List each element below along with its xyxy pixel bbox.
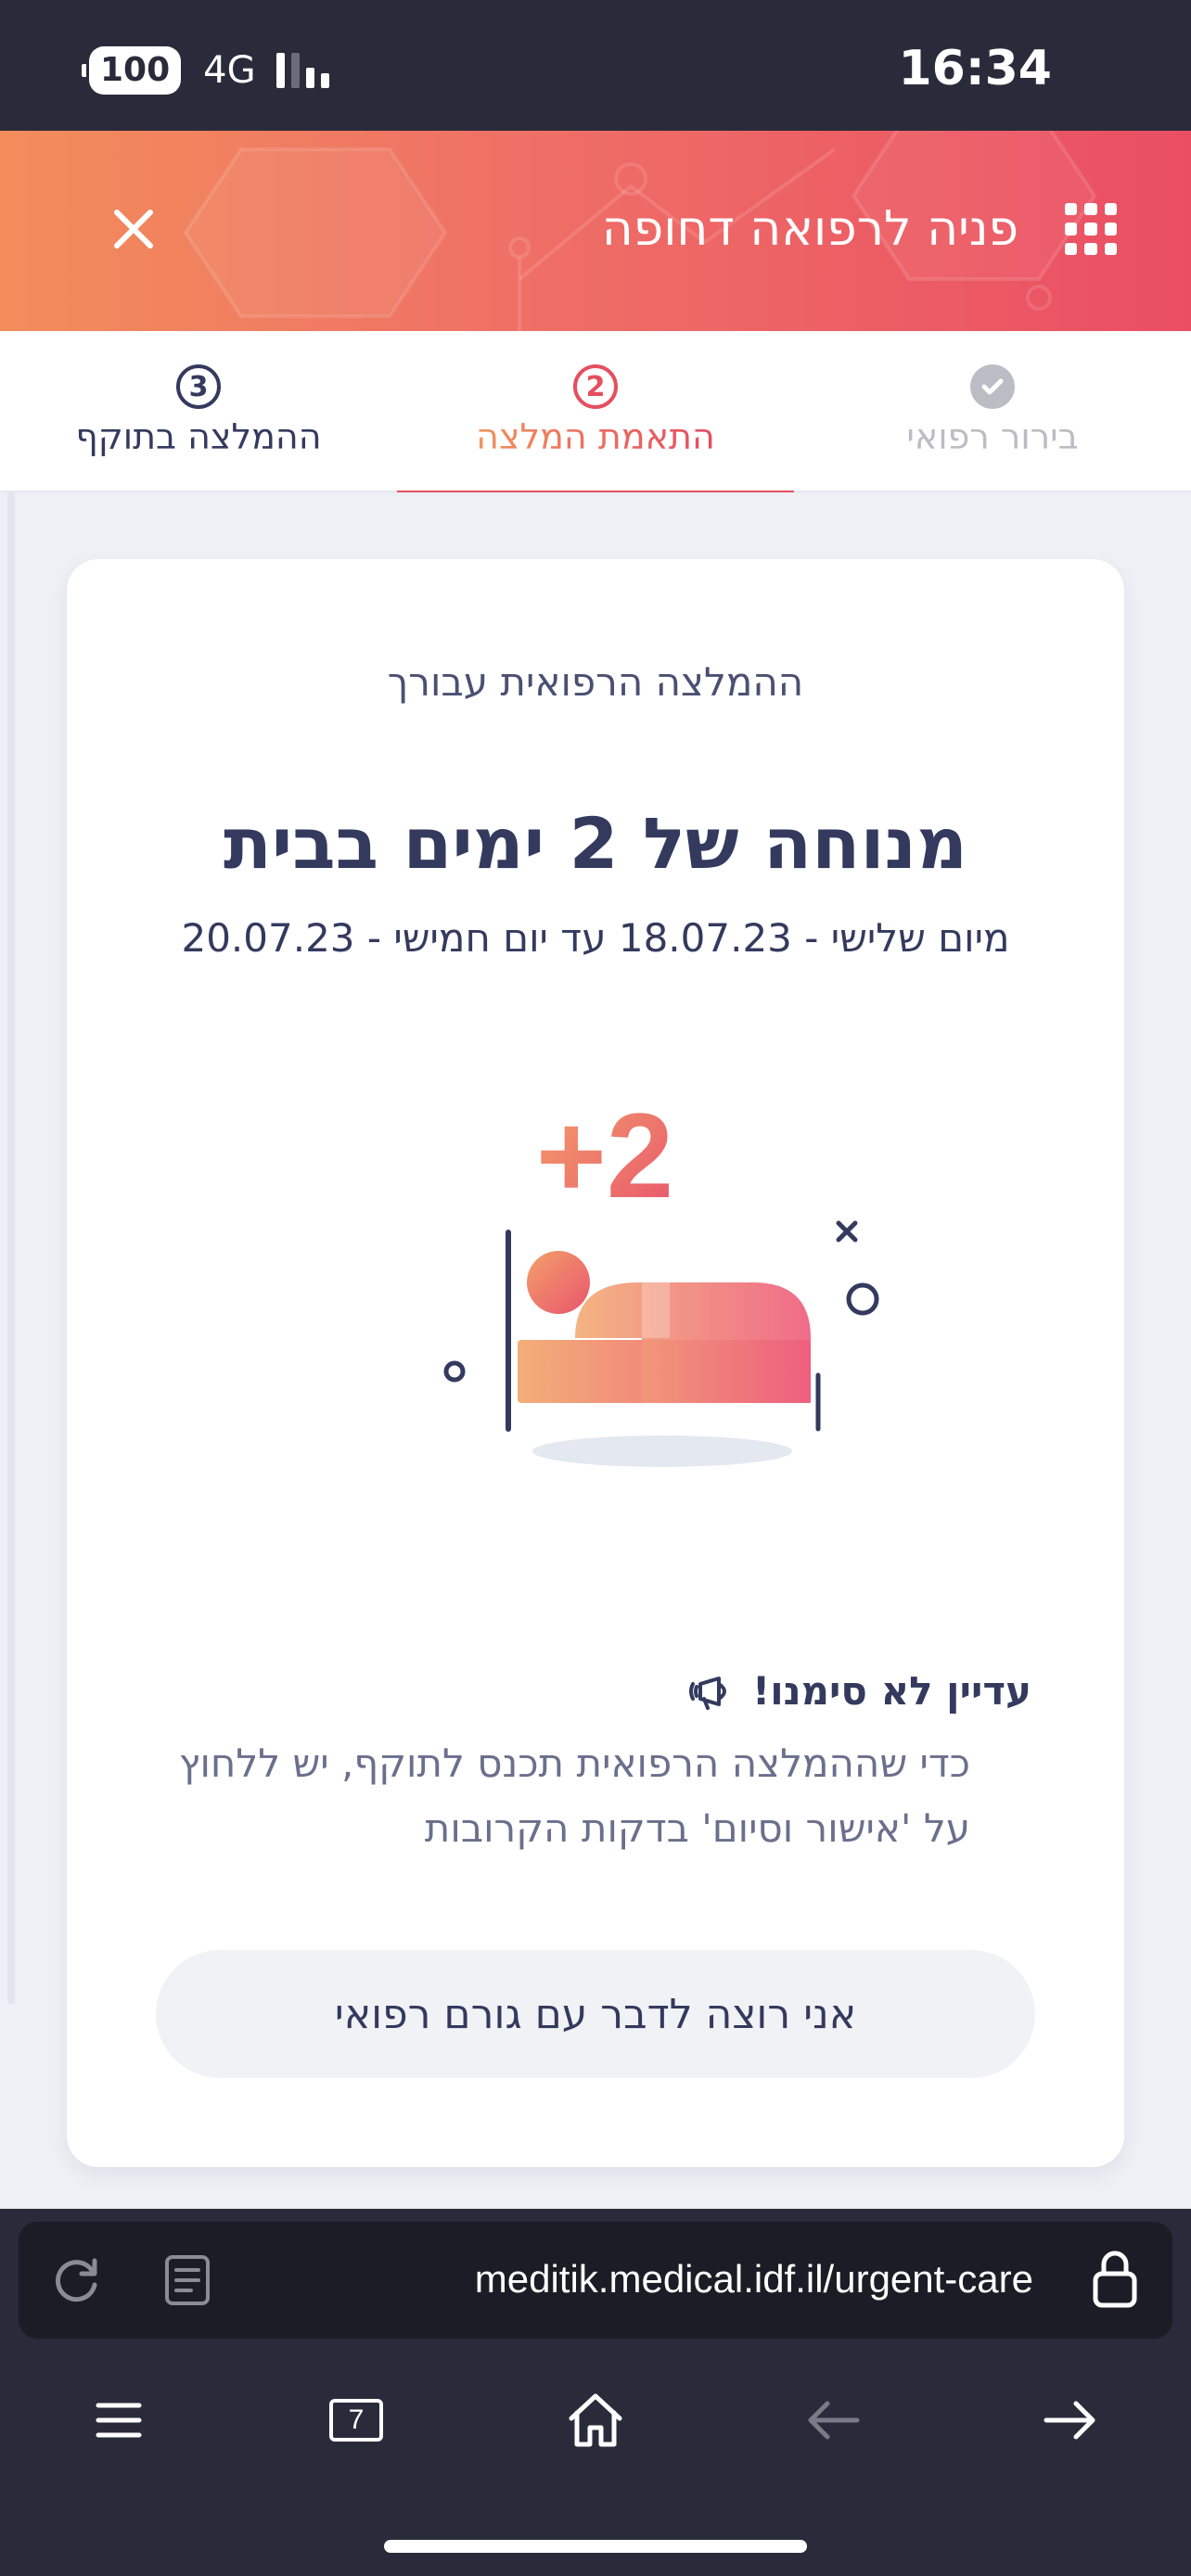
notice-text: כדי שההמלצה הרפואית תכנס לתוקף, יש ללחוץ… [173,1731,970,1861]
blanket-fold [642,1282,670,1338]
reader-icon[interactable] [163,2253,211,2307]
signal-icon [275,53,329,88]
step-label: ההמלצה בתוקף [75,416,322,457]
close-icon [114,210,153,249]
scrollbar[interactable] [7,492,15,2004]
progress-stepper: בירור רפואי 2 התאמת המלצה 3 ההמלצה בתוקף [0,331,1191,494]
notice-line-2: על 'אישור וסיום' בדקות הקרובות [424,1805,970,1851]
network-type: 4G [203,49,256,92]
status-bar: 100 4G 16:34 [0,0,1191,131]
step-number: 3 [176,364,221,409]
back-icon [808,2401,860,2440]
bed-rest-illustration: +2 [443,1088,879,1467]
days-badge: +2 [536,1088,673,1223]
home-icon [569,2393,622,2447]
step-recommendation-match: 2 התאמת המלצה [397,331,794,494]
deco-circle-large [846,1282,879,1316]
x-mark [836,1220,858,1243]
forward-button[interactable] [1033,2383,1108,2457]
deco-circle-small [443,1360,466,1383]
menu-button[interactable] [82,2383,156,2457]
apps-grid-icon[interactable] [1065,203,1117,255]
app-header: פניה לרפואה דחופה [0,131,1191,331]
recommendation-title: מנוחה של 2 ימים בבית [224,802,967,885]
talk-to-medical-staff-button[interactable]: אני רוצה לדבר עם גורם רפואי [156,1950,1035,2078]
step-label: בירור רפואי [906,416,1079,457]
megaphone-icon [689,1676,727,1710]
notice-line-1: כדי שההמלצה הרפואית תכנס לתוקף, יש ללחוץ [178,1741,970,1786]
notice-heading: עדיין לא סימנו! [687,1668,1031,1714]
clock: 16:34 [898,41,1052,96]
check-icon [970,364,1015,409]
step-label: התאמת המלצה [476,416,715,457]
step-medical-inquiry: בירור רפואי [794,331,1191,492]
tabs-icon: 7 [329,2399,383,2442]
main-content: ההמלצה הרפואית עבורך מנוחה של 2 ימים בבי… [0,492,1191,2209]
close-button[interactable] [100,196,167,262]
status-indicators: 100 4G [81,45,329,96]
recommendation-card: ההמלצה הרפואית עבורך מנוחה של 2 ימים בבי… [67,559,1124,2167]
menu-icon [96,2403,142,2438]
step-number: 2 [573,364,618,409]
page-title: פניה לרפואה דחופה [601,201,1018,257]
card-subtitle: ההמלצה הרפואית עבורך [387,659,804,705]
reload-icon[interactable] [50,2253,104,2307]
tabs-button[interactable]: 7 [319,2383,393,2457]
battery-indicator: 100 [81,46,182,95]
back-button[interactable] [796,2383,870,2457]
step-recommendation-valid: 3 ההמלצה בתוקף [0,331,397,492]
lock-icon [1093,2251,1137,2308]
notice-title: עדיין לא סימנו! [752,1668,1031,1714]
forward-icon [1044,2401,1095,2440]
home-indicator[interactable] [384,2540,807,2553]
home-button[interactable] [558,2383,633,2457]
browser-address-bar[interactable]: meditik.medical.idf.il/urgent-care [19,2222,1172,2339]
person-head [527,1251,590,1314]
url-field[interactable]: meditik.medical.idf.il/urgent-care [475,2257,1033,2302]
bed-shadow [532,1435,792,1467]
recommendation-dates: מיום שלישי - 18.07.23 עד יום חמישי - 20.… [181,915,1010,961]
